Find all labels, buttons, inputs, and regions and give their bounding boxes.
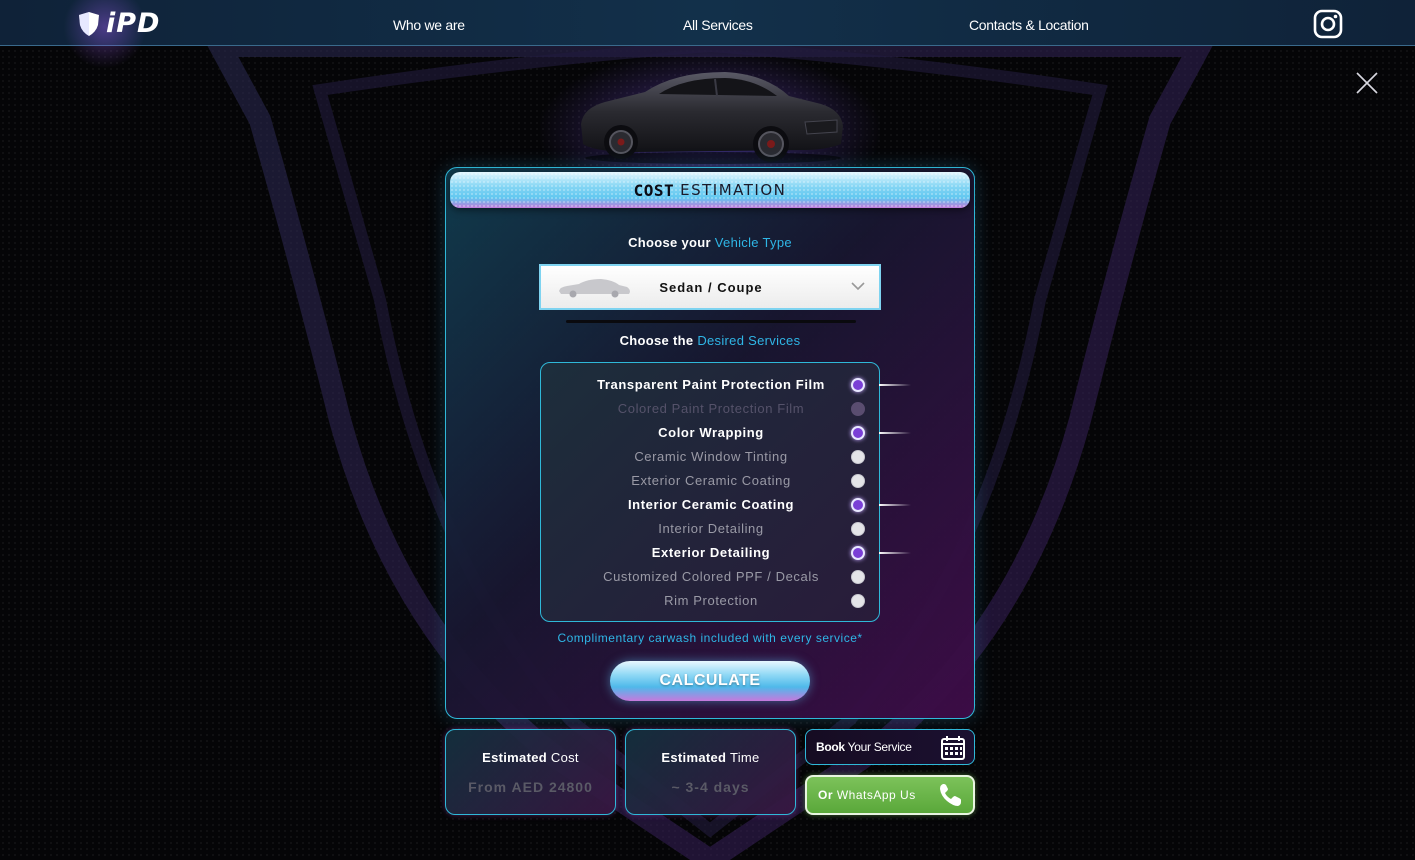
radio-unselected-icon[interactable]: [851, 522, 865, 536]
service-label: Exterior Ceramic Coating: [631, 473, 791, 488]
selection-line: [879, 552, 911, 554]
cost-title-light: Cost: [550, 750, 579, 765]
services-label: Choose the Desired Services: [446, 333, 974, 348]
vehicle-selected-value: Sedan / Coupe: [659, 280, 763, 295]
selection-line: [879, 504, 911, 506]
cost-estimation-panel: COST ESTIMATION Choose your Vehicle Type…: [445, 167, 975, 719]
phone-icon: [940, 784, 961, 806]
whatsapp-label-bold: Or: [818, 788, 834, 802]
top-navigation-bar: iPD Who we are All Services Contacts & L…: [0, 0, 1415, 72]
service-option[interactable]: Transparent Paint Protection Film: [541, 375, 911, 395]
service-label: Exterior Detailing: [651, 545, 771, 560]
vehicle-label-prefix: Choose your: [628, 235, 711, 250]
book-service-button[interactable]: Book Your Service: [805, 729, 975, 765]
time-title-light: Time: [729, 750, 760, 765]
book-label-light: Your Service: [847, 740, 912, 754]
radio-unselected-icon[interactable]: [851, 570, 865, 584]
service-option[interactable]: Interior Detailing: [541, 519, 881, 539]
service-option[interactable]: Interior Ceramic Coating: [541, 495, 911, 515]
service-label: Rim Protection: [664, 593, 758, 608]
services-list: Transparent Paint Protection Film Colore…: [540, 362, 911, 622]
service-option[interactable]: Ceramic Window Tinting: [541, 447, 881, 467]
service-label: Transparent Paint Protection Film: [597, 377, 825, 392]
estimated-time-value: ~ 3-4 days: [671, 779, 750, 795]
estimated-cost-card: Estimated Cost From AED 24800: [445, 729, 616, 815]
estimated-cost-title: Estimated Cost: [446, 750, 615, 765]
panel-title-bold: COST: [633, 180, 675, 200]
radio-selected-icon[interactable]: [851, 426, 865, 440]
radio-selected-icon[interactable]: [851, 378, 865, 392]
vehicle-label-accent: Vehicle Type: [714, 235, 792, 250]
divider: [566, 320, 856, 323]
vehicle-type-select[interactable]: Sedan / Coupe: [539, 264, 881, 310]
calendar-icon: [941, 736, 965, 760]
panel-title-bar: COST ESTIMATION: [450, 172, 970, 208]
logo[interactable]: iPD: [78, 8, 160, 40]
services-label-accent: Desired Services: [697, 333, 801, 348]
time-title-bold: Estimated: [661, 750, 727, 765]
close-icon[interactable]: [1355, 71, 1379, 95]
cost-title-bold: Estimated: [482, 750, 547, 765]
car-illustration: [581, 72, 843, 164]
radio-unselected-icon[interactable]: [851, 450, 865, 464]
service-option[interactable]: Rim Protection: [541, 591, 881, 611]
nav-all-services[interactable]: All Services: [683, 17, 753, 33]
radio-unselected-icon[interactable]: [851, 594, 865, 608]
shield-logo-icon: [79, 12, 99, 36]
service-option[interactable]: Exterior Detailing: [541, 543, 911, 563]
radio-selected-icon[interactable]: [851, 498, 865, 512]
whatsapp-button[interactable]: Or WhatsApp Us: [805, 775, 975, 815]
service-option[interactable]: Color Wrapping: [541, 423, 911, 443]
calculate-label: CALCULATE: [659, 672, 761, 689]
radio-unselected-icon[interactable]: [851, 474, 865, 488]
services-label-prefix: Choose the: [619, 333, 694, 348]
radio-disabled-icon: [851, 402, 865, 416]
calculate-button[interactable]: CALCULATE: [610, 661, 810, 701]
service-option[interactable]: Exterior Ceramic Coating: [541, 471, 881, 491]
estimated-time-title: Estimated Time: [626, 750, 795, 765]
service-label: Interior Ceramic Coating: [627, 497, 795, 512]
logo-text: iPD: [106, 8, 161, 39]
service-option[interactable]: Customized Colored PPF / Decals: [541, 567, 881, 587]
instagram-icon[interactable]: [1313, 9, 1343, 39]
book-label-bold: Book: [816, 740, 845, 754]
service-label: Colored Paint Protection Film: [617, 401, 805, 416]
whatsapp-label-light: WhatsApp Us: [836, 788, 916, 802]
whatsapp-label: Or WhatsApp Us: [818, 788, 916, 802]
service-label: Customized Colored PPF / Decals: [603, 569, 819, 584]
service-label: Color Wrapping: [658, 425, 764, 440]
nav-who-we-are[interactable]: Who we are: [393, 17, 465, 33]
service-label: Interior Detailing: [658, 521, 764, 536]
estimated-time-card: Estimated Time ~ 3-4 days: [625, 729, 796, 815]
panel-title-light: ESTIMATION: [680, 181, 787, 199]
chevron-down-icon: [851, 282, 865, 291]
nav-contacts-location[interactable]: Contacts & Location: [969, 17, 1089, 33]
carwash-note: Complimentary carwash included with ever…: [557, 631, 863, 645]
service-label: Ceramic Window Tinting: [634, 449, 788, 464]
service-option: Colored Paint Protection Film: [541, 399, 881, 419]
selection-line: [879, 432, 911, 434]
radio-selected-icon[interactable]: [851, 546, 865, 560]
selection-line: [879, 384, 911, 386]
estimated-cost-value: From AED 24800: [468, 779, 593, 795]
book-service-label: Book Your Service: [816, 740, 912, 754]
vehicle-type-label: Choose your Vehicle Type: [446, 235, 974, 250]
